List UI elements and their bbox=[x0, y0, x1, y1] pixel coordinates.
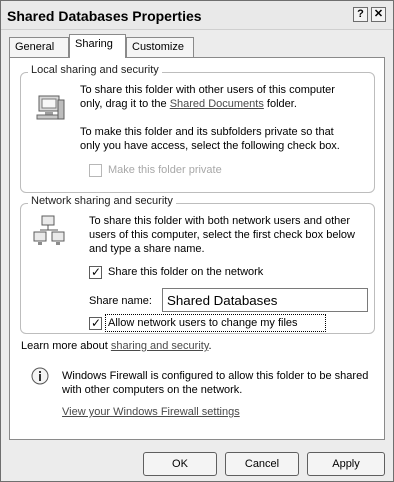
network-users-icon bbox=[33, 215, 65, 245]
sharing-security-link[interactable]: sharing and security bbox=[111, 340, 209, 352]
ok-button[interactable]: OK bbox=[143, 452, 217, 476]
cancel-button[interactable]: Cancel bbox=[225, 452, 299, 476]
help-button[interactable]: ? bbox=[353, 7, 368, 22]
checkmark-icon: ✓ bbox=[91, 265, 102, 279]
network-sharing-legend: Network sharing and security bbox=[28, 195, 176, 207]
close-button[interactable]: ✕ bbox=[371, 7, 386, 22]
checkmark-icon: ✓ bbox=[91, 316, 102, 330]
local-text-suffix: folder. bbox=[263, 98, 297, 110]
local-text-line1: To share this folder with other users of… bbox=[80, 84, 335, 96]
firewall-settings-link[interactable]: View your Windows Firewall settings bbox=[62, 405, 240, 419]
private-text-line2: only you have access, select the followi… bbox=[80, 140, 340, 152]
share-name-input[interactable] bbox=[162, 288, 368, 312]
share-folder-label: Share this folder on the network bbox=[108, 266, 264, 278]
apply-button[interactable]: Apply bbox=[307, 452, 385, 476]
learn-more-prefix: Learn more about bbox=[21, 340, 111, 352]
learn-more-suffix: . bbox=[208, 340, 212, 352]
title-bar[interactable]: Shared Databases Properties ? ✕ bbox=[1, 1, 393, 30]
allow-change-checkbox[interactable]: ✓ bbox=[89, 316, 102, 330]
local-text-prefix: only, drag it to the bbox=[80, 98, 170, 110]
properties-window: Shared Databases Properties ? ✕ General … bbox=[0, 0, 394, 482]
network-text-line3: and type a share name. bbox=[89, 243, 205, 255]
tab-general[interactable]: General bbox=[9, 37, 69, 57]
make-private-checkbox[interactable] bbox=[89, 164, 102, 177]
computer-icon bbox=[36, 95, 65, 120]
learn-more-text: Learn more about sharing and security. bbox=[21, 339, 212, 353]
tab-sharing[interactable]: Sharing bbox=[69, 34, 126, 58]
make-private-label: Make this folder private bbox=[108, 164, 222, 176]
share-folder-checkbox[interactable]: ✓ bbox=[89, 265, 102, 279]
private-text-line1: To make this folder and its subfolders p… bbox=[80, 126, 334, 138]
share-name-label: Share name: bbox=[89, 295, 152, 307]
info-icon bbox=[31, 367, 49, 385]
local-sharing-legend: Local sharing and security bbox=[28, 64, 162, 76]
network-text-line1: To share this folder with both network u… bbox=[89, 215, 351, 227]
firewall-text-line2: with other computers on the network. bbox=[62, 384, 243, 396]
window-title: Shared Databases Properties bbox=[7, 8, 202, 24]
allow-change-label: Allow network users to change my files bbox=[108, 317, 298, 329]
tab-customize[interactable]: Customize bbox=[126, 37, 194, 57]
sharing-tab-panel: Local sharing and security To share this… bbox=[9, 57, 385, 440]
network-text-line2: users of this computer, select the first… bbox=[89, 229, 355, 241]
firewall-text-line1: Windows Firewall is configured to allow … bbox=[62, 370, 369, 382]
local-text-line2: only, drag it to the Shared Documents fo… bbox=[80, 97, 297, 111]
shared-documents-link[interactable]: Shared Documents bbox=[170, 98, 264, 110]
